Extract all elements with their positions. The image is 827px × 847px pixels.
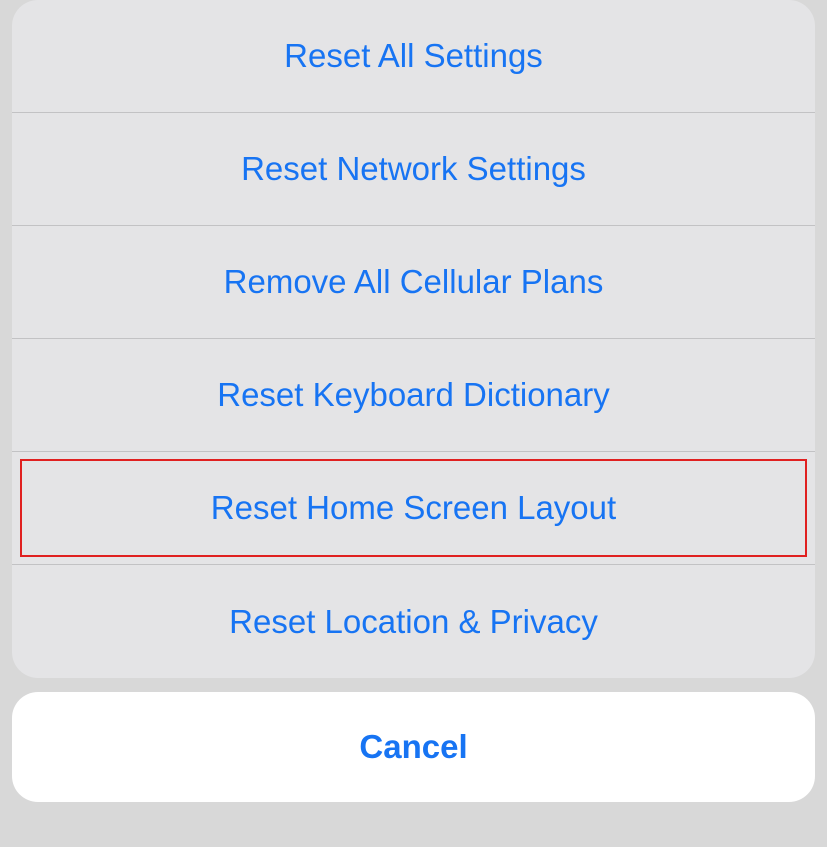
reset-all-settings-option[interactable]: Reset All Settings	[12, 0, 815, 113]
option-label: Reset Keyboard Dictionary	[217, 376, 610, 414]
reset-home-screen-layout-option[interactable]: Reset Home Screen Layout	[12, 452, 815, 565]
option-label: Remove All Cellular Plans	[224, 263, 604, 301]
cancel-label: Cancel	[359, 728, 467, 766]
remove-all-cellular-plans-option[interactable]: Remove All Cellular Plans	[12, 226, 815, 339]
reset-action-sheet: Reset All Settings Reset Network Setting…	[12, 0, 815, 678]
option-label: Reset Home Screen Layout	[211, 489, 616, 527]
cancel-button[interactable]: Cancel	[12, 692, 815, 802]
option-label: Reset Location & Privacy	[229, 603, 598, 641]
reset-keyboard-dictionary-option[interactable]: Reset Keyboard Dictionary	[12, 339, 815, 452]
option-label: Reset All Settings	[284, 37, 543, 75]
reset-location-privacy-option[interactable]: Reset Location & Privacy	[12, 565, 815, 678]
reset-network-settings-option[interactable]: Reset Network Settings	[12, 113, 815, 226]
option-label: Reset Network Settings	[241, 150, 586, 188]
